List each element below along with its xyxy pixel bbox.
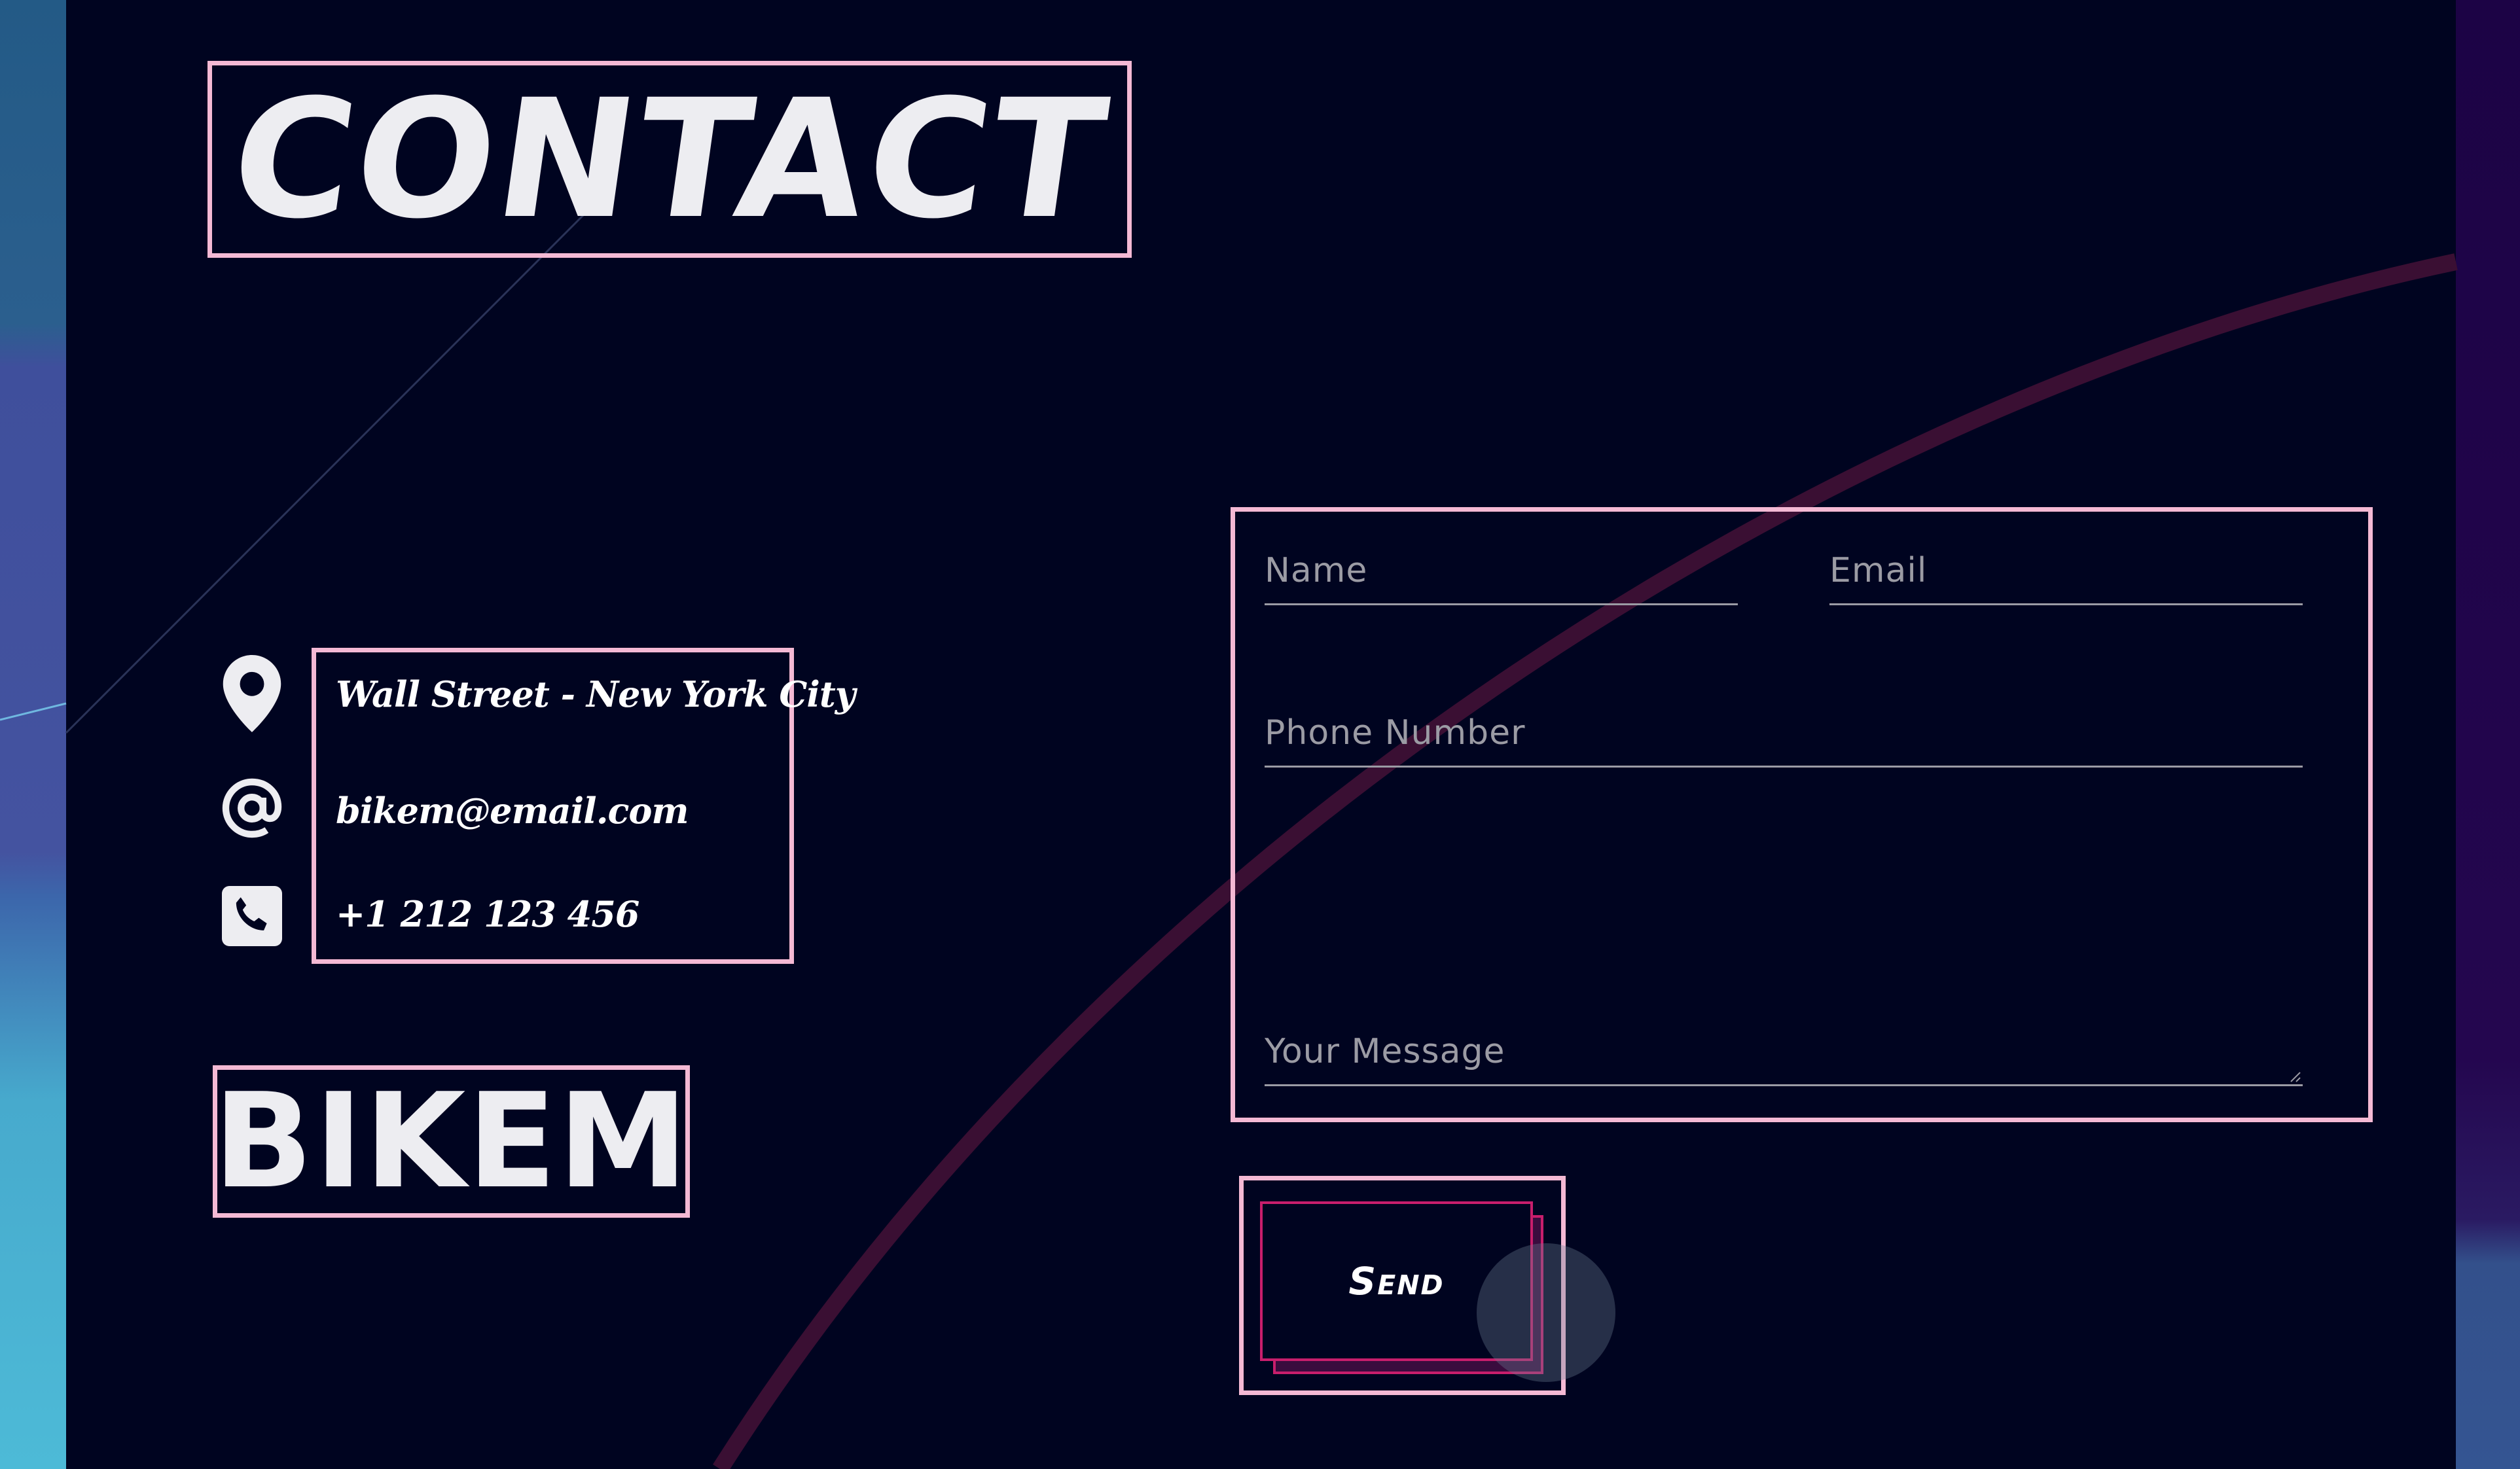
at-sign-icon	[219, 775, 285, 841]
address-text: Wall Street - New York City	[336, 673, 855, 715]
phone-placeholder: Phone Number	[1265, 713, 1526, 752]
email-placeholder: Email	[1829, 551, 1928, 590]
page-title: CONTACT	[220, 63, 1119, 255]
message-field[interactable]: Your Message	[1265, 944, 2303, 1086]
email-field[interactable]: Email	[1829, 525, 2303, 605]
resize-handle-icon[interactable]	[2288, 1070, 2301, 1083]
edge-line	[0, 702, 67, 721]
phone-icon	[219, 883, 285, 949]
brand-logo[interactable]: BIKEM	[213, 1076, 689, 1207]
phone-field[interactable]: Phone Number	[1265, 688, 2303, 768]
contact-heading-frame: CONTACT	[207, 61, 1132, 258]
contact-info-box: Wall Street - New York City bikem@email.…	[312, 648, 855, 964]
cursor-highlight	[1477, 1243, 1615, 1382]
name-field[interactable]: Name	[1265, 525, 1738, 605]
email-link[interactable]: bikem@email.com	[336, 790, 689, 832]
phone-link[interactable]: +1 212 123 456	[336, 893, 639, 935]
contact-form: Name Email Phone Number Your Message	[1231, 507, 2373, 1122]
name-placeholder: Name	[1265, 551, 1368, 590]
message-placeholder: Your Message	[1265, 1032, 1505, 1071]
location-pin-icon	[219, 655, 285, 732]
send-label: Send	[1348, 1259, 1445, 1303]
brand-logo-frame: BIKEM	[213, 1065, 690, 1218]
